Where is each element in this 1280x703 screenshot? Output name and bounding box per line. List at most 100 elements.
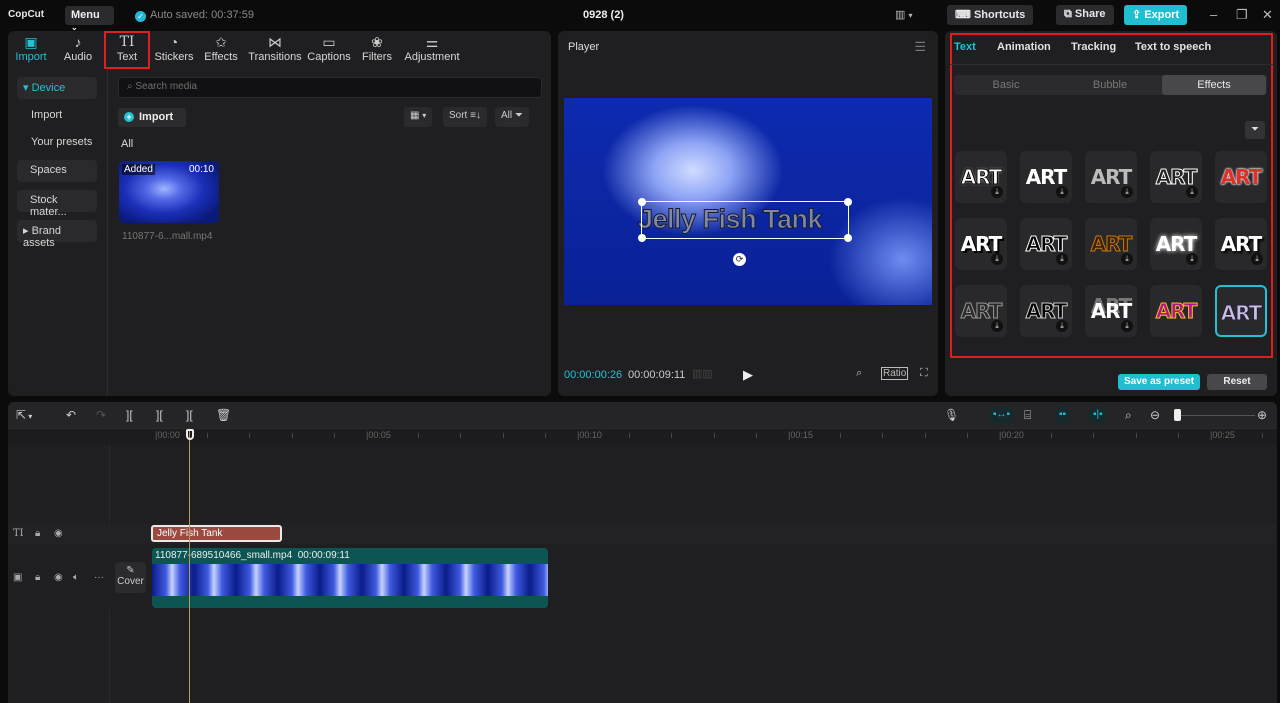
zoom-out-icon[interactable]: ⊖ xyxy=(1150,408,1160,422)
segment-basic[interactable]: Basic xyxy=(954,75,1058,95)
lock-icon[interactable]: 🔒︎ xyxy=(35,528,40,539)
sidebar-item-device[interactable]: ▾ Device xyxy=(17,77,97,99)
segment-bubble[interactable]: Bubble xyxy=(1058,75,1162,95)
tab-adjustment[interactable]: ⚌ Adjustment xyxy=(403,33,461,63)
effect-preset-outline-white[interactable]: ART ⤓ xyxy=(955,151,1007,203)
play-button[interactable]: ▶ xyxy=(743,367,753,383)
tab-filters[interactable]: ❀ Filters xyxy=(361,33,393,63)
save-as-preset-button[interactable]: Save as preset xyxy=(1118,374,1200,390)
segment-effects[interactable]: Effects xyxy=(1162,75,1266,95)
tab-effects[interactable]: ✩ Effects xyxy=(204,33,238,63)
delete-icon[interactable]: 🗑 xyxy=(216,408,231,422)
tab-captions[interactable]: ▭ Captions xyxy=(306,33,352,63)
timeline-ruler[interactable]: |00:00 |00:05 |00:10 |00:15 |00:20 |00:25 xyxy=(8,429,1277,445)
tab-import[interactable]: ▣ Import xyxy=(14,33,48,63)
eye-icon[interactable]: ◉ xyxy=(54,528,63,539)
view-toggle-button[interactable]: ▦ ▾ xyxy=(404,107,433,127)
media-item[interactable]: Added 00:10 xyxy=(119,161,219,223)
search-input[interactable]: ⌕ Search media xyxy=(118,77,542,98)
sidebar-item-spaces[interactable]: Spaces xyxy=(17,160,97,182)
fullscreen-icon[interactable]: ⛶ xyxy=(920,367,928,380)
tab-text[interactable]: Text xyxy=(954,41,976,53)
download-icon[interactable]: ⤓ xyxy=(1056,186,1068,198)
download-icon[interactable]: ⤓ xyxy=(1121,253,1133,265)
import-button[interactable]: + Import xyxy=(118,108,186,127)
tab-stickers[interactable]: ◔ Stickers xyxy=(154,33,194,63)
volume-icon[interactable]: 🔈︎ xyxy=(73,572,79,583)
restore-icon[interactable]: ❐ xyxy=(1236,7,1248,23)
download-icon[interactable]: ⤓ xyxy=(991,253,1003,265)
download-icon[interactable]: ⤓ xyxy=(1056,320,1068,332)
main-track-magnet-icon[interactable]: ▪↔▪ xyxy=(990,407,1014,423)
effect-preset-black-outline[interactable]: ART ⤓ xyxy=(1020,218,1072,270)
resize-handle[interactable] xyxy=(638,198,646,206)
zoom-slider-track[interactable] xyxy=(1180,415,1255,416)
ratio-button[interactable]: Ratio xyxy=(881,367,909,380)
playhead-handle[interactable] xyxy=(186,429,194,440)
reset-button[interactable]: Reset xyxy=(1207,374,1267,390)
effect-preset-black-white-outline[interactable]: ART ⤓ xyxy=(1020,285,1072,337)
effect-preset-echo-white[interactable]: ART ⤓ xyxy=(1085,285,1137,337)
microphone-icon[interactable]: 🎙 xyxy=(944,408,959,422)
sort-button[interactable]: Sort ≡↓ xyxy=(443,107,487,127)
auto-snap-icon[interactable]: ⌸ xyxy=(1024,408,1031,423)
resize-handle[interactable] xyxy=(638,234,646,242)
tab-transitions[interactable]: ⋈ Transitions xyxy=(248,33,302,63)
redo-icon[interactable]: ↷ xyxy=(96,408,106,422)
effect-preset-hollow-grey[interactable]: ART ⤓ xyxy=(955,285,1007,337)
split-preview-icon[interactable]: ▪|▪ xyxy=(1090,407,1106,423)
video-clip[interactable]: 110877-689510466_small.mp4 00:00:09:11 xyxy=(152,548,548,608)
tab-text-to-speech[interactable]: Text to speech xyxy=(1135,41,1211,53)
effect-preset-silver-gradient[interactable]: ART ⤓ xyxy=(1085,151,1137,203)
hamburger-menu-icon[interactable]: ☰ xyxy=(914,39,926,55)
tab-animation[interactable]: Animation xyxy=(997,41,1051,53)
preview-axis-icon[interactable]: ⌕ xyxy=(1125,408,1132,423)
selection-box[interactable] xyxy=(638,198,852,242)
minimize-icon[interactable]: – xyxy=(1210,7,1217,22)
cover-button[interactable]: ✎ Cover xyxy=(115,562,146,593)
close-icon[interactable]: ✕ xyxy=(1262,7,1273,23)
effect-preset-glow-white[interactable]: ART ⤓ xyxy=(1150,218,1202,270)
tab-audio[interactable]: ♪ Audio xyxy=(63,33,93,63)
tab-text[interactable]: TI Text xyxy=(104,31,150,69)
tab-tracking[interactable]: Tracking xyxy=(1071,41,1116,53)
rotate-icon[interactable]: ⟳ xyxy=(733,253,746,266)
effect-preset-shadow-white[interactable]: ART ⤓ xyxy=(955,218,1007,270)
lock-icon[interactable]: 🔒︎ xyxy=(35,572,40,583)
sidebar-item-brand-assets[interactable]: ▸ Brand assets xyxy=(17,220,97,249)
undo-icon[interactable]: ↶ xyxy=(66,408,76,422)
video-preview[interactable]: Jelly Fish Tank ⟳ xyxy=(564,98,932,305)
zoom-fit-icon[interactable]: ⌕ xyxy=(856,367,862,380)
download-icon[interactable]: ⤓ xyxy=(1251,253,1263,265)
filter-all-button[interactable]: All ⏷ xyxy=(495,107,529,127)
text-clip[interactable]: Jelly Fish Tank xyxy=(151,525,282,542)
select-tool-icon[interactable]: ⇱ ▾ xyxy=(16,408,32,422)
linkage-icon[interactable]: ▪▪ xyxy=(1056,407,1070,423)
filter-icon[interactable]: ⏷ xyxy=(1245,121,1265,139)
split-right-icon[interactable]: ][ xyxy=(186,408,193,422)
eye-icon[interactable]: ◉ xyxy=(54,572,63,583)
resize-handle[interactable] xyxy=(844,198,852,206)
share-button[interactable]: ⧉ Share xyxy=(1056,5,1114,25)
sidebar-item-stock-material[interactable]: Stock mater... xyxy=(17,190,97,218)
download-icon[interactable]: ⤓ xyxy=(1121,320,1133,332)
waveform-icon[interactable]: ▥▥ xyxy=(692,367,713,380)
playhead-line[interactable] xyxy=(189,429,190,703)
sidebar-item-your-presets[interactable]: Your presets xyxy=(25,132,105,154)
effect-preset-red-white-outline[interactable]: ART xyxy=(1215,151,1267,203)
download-icon[interactable]: ⤓ xyxy=(1056,253,1068,265)
split-icon[interactable]: ][ xyxy=(126,408,133,422)
export-button[interactable]: ⇪ Export xyxy=(1124,5,1188,25)
download-icon[interactable]: ⤓ xyxy=(1186,186,1198,198)
effect-preset-dark-shadow[interactable]: ART ⤓ xyxy=(1215,218,1267,270)
download-icon[interactable]: ⤓ xyxy=(991,186,1003,198)
effect-preset-double-outline[interactable]: ART ⤓ xyxy=(1150,151,1202,203)
shortcuts-button[interactable]: ⌨ Shortcuts xyxy=(947,5,1034,25)
sidebar-item-import[interactable]: Import xyxy=(25,105,105,127)
effect-preset-neon-pink[interactable]: ART xyxy=(1150,285,1202,337)
download-icon[interactable]: ⤓ xyxy=(1121,186,1133,198)
effect-preset-metal-purple[interactable]: ART xyxy=(1215,285,1267,337)
layout-icon[interactable]: ▥ ▾ xyxy=(895,8,912,21)
effect-preset-fire[interactable]: ART ⤓ xyxy=(1085,218,1137,270)
split-left-icon[interactable]: ][ xyxy=(156,408,163,422)
